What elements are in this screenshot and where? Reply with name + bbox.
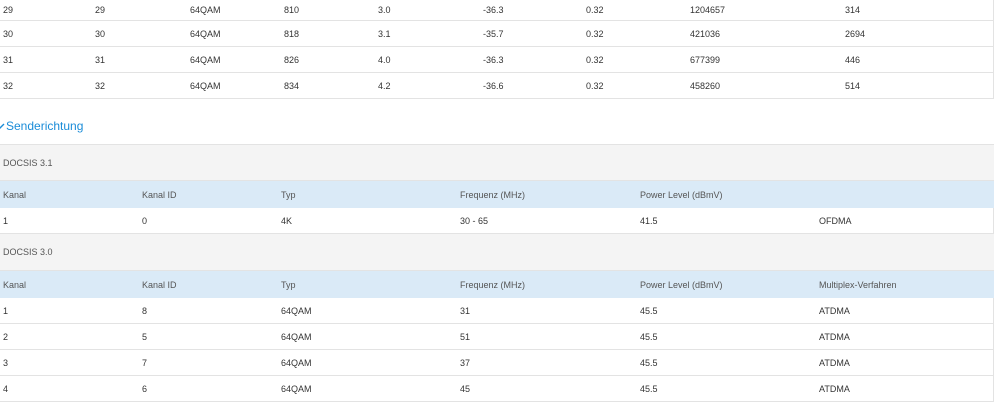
cell-power: 3.0 — [378, 5, 391, 15]
cell-corrected: 458260 — [690, 81, 721, 91]
cell-modulation: 64QAM — [190, 81, 221, 91]
cell-mse: -36.3 — [483, 55, 504, 65]
group-label: DOCSIS 3.0 — [3, 247, 53, 257]
cell-multiplex: ATDMA — [819, 358, 850, 368]
cell-channel-id: 0 — [142, 216, 148, 226]
cell-channel: 31 — [3, 55, 14, 65]
cell-uncorrectable: 2694 — [845, 29, 866, 39]
cell-modulation: 64QAM — [190, 55, 221, 65]
cell-channel-id: 7 — [142, 358, 148, 368]
cell-channel: 30 — [3, 29, 14, 39]
cell-power: 4.2 — [378, 81, 391, 91]
table-row: 3 7 64QAM 37 45.5 ATDMA — [0, 350, 994, 376]
cell-modulation: 64QAM — [190, 5, 221, 15]
table-row: 4 6 64QAM 45 45.5 ATDMA — [0, 376, 994, 402]
header-frequency: Frequenz (MHz) — [460, 190, 526, 200]
header-channel: Kanal — [3, 280, 27, 290]
cell-type: 64QAM — [281, 306, 312, 316]
docsis31-column-header: Kanal Kanal ID Typ Frequenz (MHz) Power … — [0, 181, 994, 208]
cell-corrected: 421036 — [690, 29, 721, 39]
cell-uncorrectable: 514 — [845, 81, 861, 91]
cell-multiplex: ATDMA — [819, 384, 850, 394]
upstream-section-toggle[interactable]: Senderichtung — [0, 119, 83, 133]
cell-frequency: 826 — [284, 55, 300, 65]
cell-mse: -35.7 — [483, 29, 504, 39]
header-power-level: Power Level (dBmV) — [640, 190, 723, 200]
cell-power-level: 45.5 — [640, 384, 658, 394]
cell-channel: 3 — [3, 358, 9, 368]
cell-frequency: 37 — [460, 358, 471, 368]
table-row: 30 30 64QAM 818 3.1 -35.7 0.32 421036 26… — [0, 21, 994, 47]
cell-channel: 29 — [3, 5, 14, 15]
group-label: DOCSIS 3.1 — [3, 158, 53, 168]
cell-corrected: 677399 — [690, 55, 721, 65]
cell-channel-id: 5 — [142, 332, 148, 342]
header-frequency: Frequenz (MHz) — [460, 280, 526, 290]
cell-frequency: 30 - 65 — [460, 216, 489, 226]
cell-power: 4.0 — [378, 55, 391, 65]
cell-type: 4K — [281, 216, 293, 226]
header-channel: Kanal — [3, 190, 27, 200]
docsis30-group-header: DOCSIS 3.0 — [0, 234, 994, 271]
cell-channel-id: 29 — [95, 5, 106, 15]
cell-frequency: 45 — [460, 384, 471, 394]
cell-corrected: 1204657 — [690, 5, 726, 15]
cell-latency: 0.32 — [586, 5, 604, 15]
cell-power-level: 41.5 — [640, 216, 658, 226]
cell-channel: 4 — [3, 384, 9, 394]
cell-power: 3.1 — [378, 29, 391, 39]
cell-modulation: 64QAM — [190, 29, 221, 39]
header-multiplex: Multiplex-Verfahren — [819, 280, 897, 290]
header-type: Typ — [281, 190, 296, 200]
cell-frequency: 818 — [284, 29, 300, 39]
cell-type: 64QAM — [281, 332, 312, 342]
docsis31-group-header: DOCSIS 3.1 — [0, 144, 994, 181]
cell-channel-id: 6 — [142, 384, 148, 394]
cell-type: 64QAM — [281, 358, 312, 368]
table-row: 1 0 4K 30 - 65 41.5 OFDMA — [0, 208, 994, 234]
cell-multiplex: OFDMA — [819, 216, 852, 226]
cell-latency: 0.32 — [586, 55, 604, 65]
cell-channel-id: 30 — [95, 29, 106, 39]
header-power-level: Power Level (dBmV) — [640, 280, 723, 290]
table-row: 32 32 64QAM 834 4.2 -36.6 0.32 458260 51… — [0, 73, 994, 99]
docsis30-column-header: Kanal Kanal ID Typ Frequenz (MHz) Power … — [0, 271, 994, 298]
table-row: 29 29 64QAM 810 3.0 -36.3 0.32 1204657 3… — [0, 0, 994, 21]
cell-uncorrectable: 314 — [845, 5, 861, 15]
table-row: 1 8 64QAM 31 45.5 ATDMA — [0, 298, 994, 324]
cell-multiplex: ATDMA — [819, 306, 850, 316]
cell-channel: 1 — [3, 216, 9, 226]
cell-uncorrectable: 446 — [845, 55, 861, 65]
cell-frequency: 51 — [460, 332, 471, 342]
cell-channel: 1 — [3, 306, 9, 316]
cell-latency: 0.32 — [586, 81, 604, 91]
cell-latency: 0.32 — [586, 29, 604, 39]
table-row: 2 5 64QAM 51 45.5 ATDMA — [0, 324, 994, 350]
cell-frequency: 810 — [284, 5, 300, 15]
cell-channel-id: 31 — [95, 55, 106, 65]
cell-channel-id: 8 — [142, 306, 148, 316]
cell-power-level: 45.5 — [640, 332, 658, 342]
header-channel-id: Kanal ID — [142, 190, 177, 200]
table-row: 31 31 64QAM 826 4.0 -36.3 0.32 677399 44… — [0, 47, 994, 73]
cell-frequency: 31 — [460, 306, 471, 316]
header-type: Typ — [281, 280, 296, 290]
cell-frequency: 834 — [284, 81, 300, 91]
cell-mse: -36.6 — [483, 81, 504, 91]
cell-channel-id: 32 — [95, 81, 106, 91]
cell-channel: 2 — [3, 332, 9, 342]
cell-channel: 32 — [3, 81, 14, 91]
cell-multiplex: ATDMA — [819, 332, 850, 342]
cell-mse: -36.3 — [483, 5, 504, 15]
cell-power-level: 45.5 — [640, 358, 658, 368]
cell-type: 64QAM — [281, 384, 312, 394]
upstream-section-title: Senderichtung — [6, 119, 84, 133]
cell-power-level: 45.5 — [640, 306, 658, 316]
header-channel-id: Kanal ID — [142, 280, 177, 290]
